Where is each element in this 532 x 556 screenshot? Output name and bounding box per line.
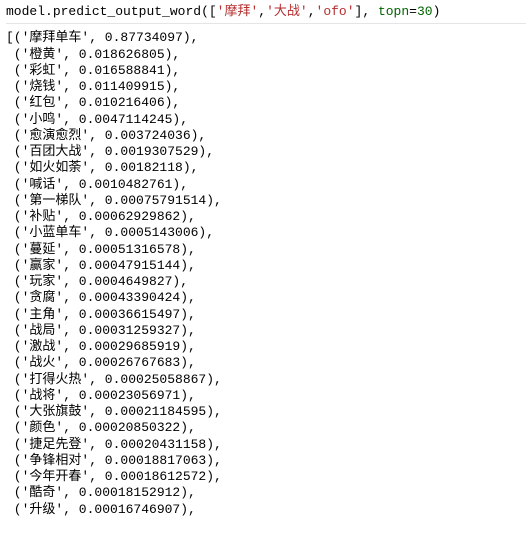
output-block: [('摩拜单车', 0.87734097), ('橙黄', 0.01862680… xyxy=(6,30,526,518)
output-row: [('摩拜单车', 0.87734097), xyxy=(6,30,526,46)
args-close: ], xyxy=(355,4,371,19)
output-row: ('小蓝单车', 0.0005143006), xyxy=(6,225,526,241)
output-row: ('补贴', 0.00062929862), xyxy=(6,209,526,225)
method-name: predict_output_word xyxy=(53,4,201,19)
output-row: ('争锋相对', 0.00018817063), xyxy=(6,453,526,469)
output-row: ('橙黄', 0.018626805), xyxy=(6,47,526,63)
output-row: ('激战', 0.00029685919), xyxy=(6,339,526,355)
output-row: ('如火如荼', 0.00182118), xyxy=(6,160,526,176)
output-row: ('第一梯队', 0.00075791514), xyxy=(6,193,526,209)
comma-0: , xyxy=(258,4,266,19)
output-row: ('喊话', 0.0010482761), xyxy=(6,177,526,193)
kw-eq: = xyxy=(409,4,417,19)
output-row: ('玩家', 0.0004649827), xyxy=(6,274,526,290)
arg-str-2: 'ofo' xyxy=(316,4,355,19)
output-row: ('酷奇', 0.00018152912), xyxy=(6,485,526,501)
output-row: ('红包', 0.010216406), xyxy=(6,95,526,111)
output-row: ('战局', 0.00031259327), xyxy=(6,323,526,339)
output-row: ('捷足先登', 0.00020431158), xyxy=(6,437,526,453)
output-row: ('战火', 0.00026767683), xyxy=(6,355,526,371)
output-row: ('打得火热', 0.00025058867), xyxy=(6,372,526,388)
space xyxy=(370,4,378,19)
paren-end: ) xyxy=(433,4,441,19)
code-input-line: model.predict_output_word(['摩拜','大战','of… xyxy=(6,4,526,24)
output-row: ('贪腐', 0.00043390424), xyxy=(6,290,526,306)
output-row: ('主角', 0.00036615497), xyxy=(6,307,526,323)
output-row: ('升级', 0.00016746907), xyxy=(6,502,526,518)
output-row: ('战将', 0.00023056971), xyxy=(6,388,526,404)
output-row: ('今年开春', 0.00018612572), xyxy=(6,469,526,485)
kw-val: 30 xyxy=(417,4,433,19)
comma-1: , xyxy=(308,4,316,19)
output-row: ('大张旗鼓', 0.00021184595), xyxy=(6,404,526,420)
output-row: ('彩虹', 0.016588841), xyxy=(6,63,526,79)
paren-open: ([ xyxy=(201,4,217,19)
output-row: ('颜色', 0.00020850322), xyxy=(6,420,526,436)
output-row: ('赢家', 0.00047915144), xyxy=(6,258,526,274)
arg-str-0: '摩拜' xyxy=(217,4,259,19)
arg-str-1: '大战' xyxy=(266,4,308,19)
output-row: ('蔓延', 0.00051316578), xyxy=(6,242,526,258)
kw-name: topn xyxy=(378,4,409,19)
output-row: ('小鸣', 0.0047114245), xyxy=(6,112,526,128)
obj-name: model xyxy=(6,4,45,19)
output-row: ('愈演愈烈', 0.003724036), xyxy=(6,128,526,144)
output-row: ('百团大战', 0.0019307529), xyxy=(6,144,526,160)
output-row: ('烧钱', 0.011409915), xyxy=(6,79,526,95)
dot: . xyxy=(45,4,53,19)
